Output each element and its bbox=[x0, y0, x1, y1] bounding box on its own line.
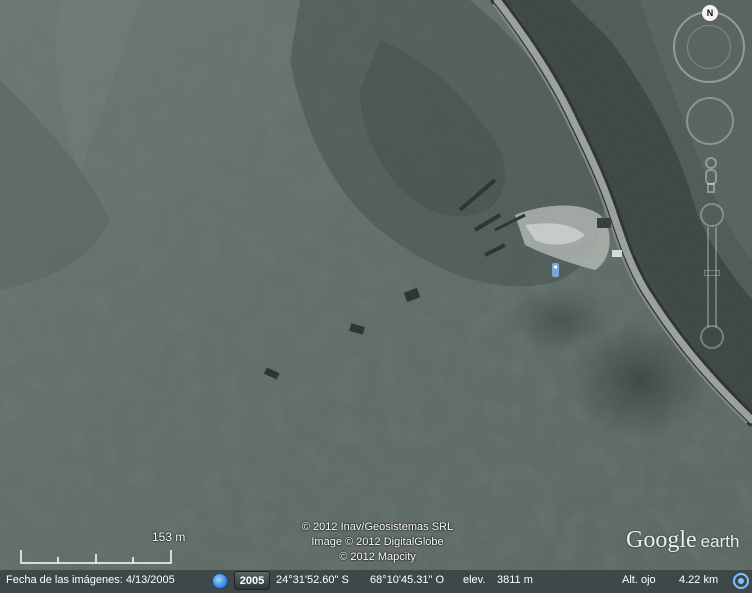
longitude: 68°10'45.31" O bbox=[370, 574, 445, 586]
eye-altitude-value: 4.22 km bbox=[679, 574, 719, 586]
pegman-icon[interactable] bbox=[701, 157, 721, 193]
scale-label: 153 m bbox=[152, 530, 186, 544]
scale-ruler bbox=[20, 550, 172, 564]
satellite-imagery[interactable] bbox=[0, 0, 752, 570]
zoom-slider-icon[interactable] bbox=[707, 227, 717, 327]
placemark-icon[interactable] bbox=[551, 263, 560, 277]
compass-look-ring[interactable] bbox=[687, 25, 731, 69]
logo-earth: earth bbox=[700, 532, 740, 551]
streaming-status-icon[interactable] bbox=[733, 573, 749, 589]
eye-altitude-label: Alt. ojo bbox=[622, 574, 656, 586]
zoom-slider-thumb[interactable] bbox=[704, 270, 720, 276]
historical-imagery-icon[interactable] bbox=[212, 573, 228, 589]
imagery-attribution: © 2012 Inav/Geosistemas SRL Image © 2012… bbox=[250, 520, 505, 565]
latitude: 24°31'52.60" S bbox=[276, 574, 349, 586]
scale-bar: 153 m bbox=[20, 530, 195, 566]
logo-google: Google bbox=[626, 527, 697, 553]
map-viewport[interactable]: N 153 m © 2012 Inav/Geosistemas SRL Imag… bbox=[0, 0, 752, 593]
look-around-icon[interactable] bbox=[686, 97, 734, 145]
elevation-label: elev. bbox=[463, 574, 486, 586]
imagery-date: Fecha de las imágenes: 4/13/2005 bbox=[6, 574, 175, 586]
year-button[interactable]: 2005 bbox=[234, 571, 270, 590]
zoom-out-icon[interactable] bbox=[700, 325, 724, 349]
attribution-line-3: © 2012 Mapcity bbox=[339, 551, 416, 563]
navigation-controls: N bbox=[673, 5, 749, 355]
status-bar: Fecha de las imágenes: 4/13/2005 2005 24… bbox=[0, 570, 752, 593]
attribution-line-2: Image © 2012 DigitalGlobe bbox=[311, 536, 444, 548]
elevation-value: 3811 m bbox=[497, 574, 533, 586]
google-earth-logo: Google earth bbox=[626, 527, 739, 554]
north-indicator[interactable]: N bbox=[702, 5, 718, 21]
attribution-line-1: © 2012 Inav/Geosistemas SRL bbox=[301, 521, 454, 533]
zoom-in-icon[interactable] bbox=[700, 203, 724, 227]
